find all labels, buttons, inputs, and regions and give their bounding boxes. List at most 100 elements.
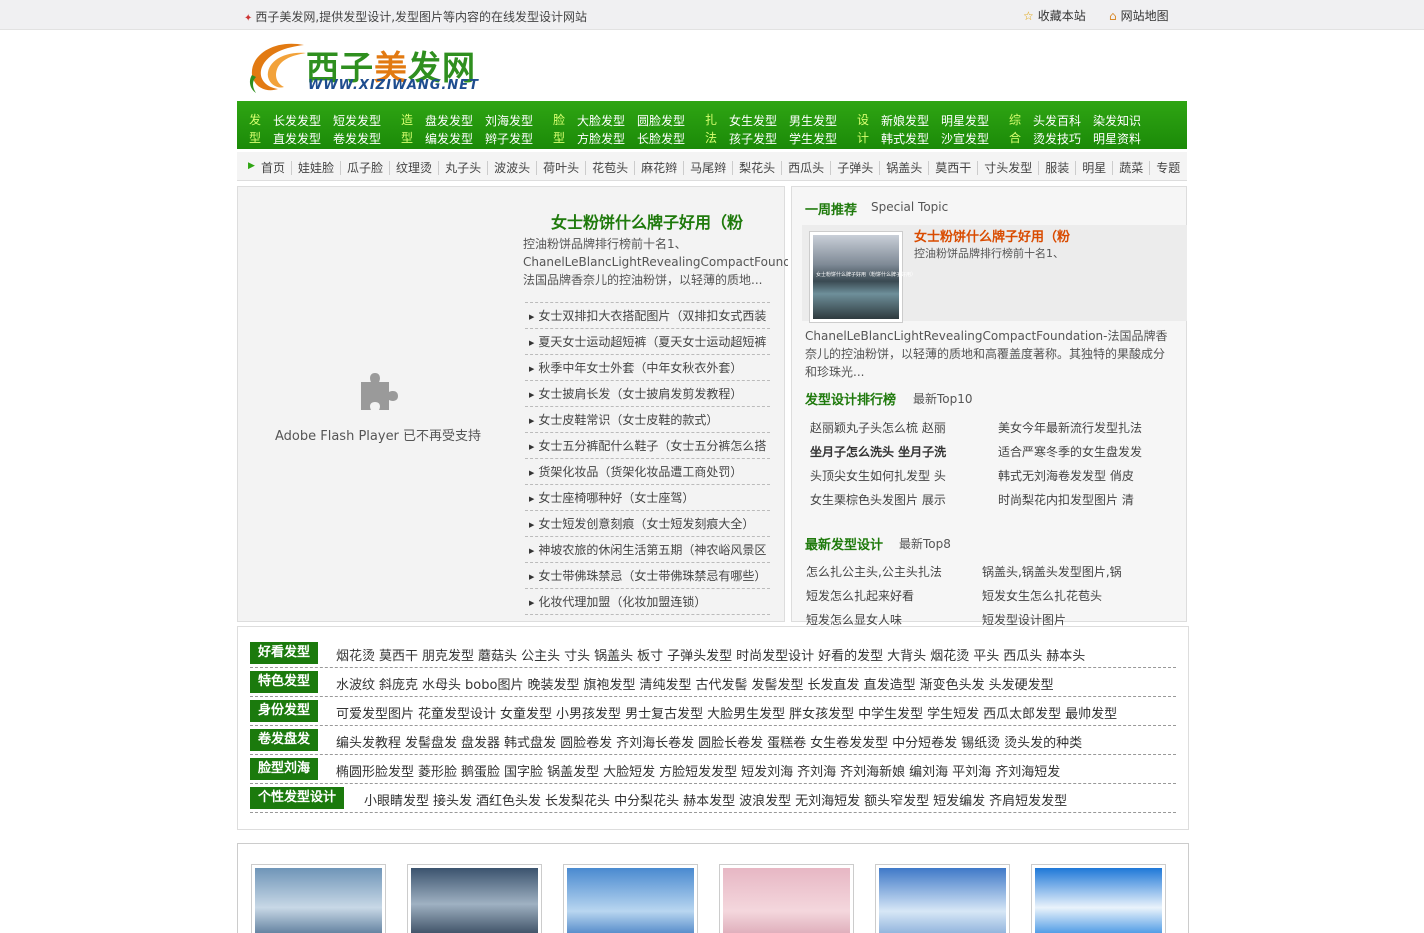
tag-link[interactable]: 中学生发型: [858, 707, 923, 722]
tag-link[interactable]: 齐刘海新娘: [840, 765, 905, 780]
nav-link[interactable]: 明星资料: [1093, 130, 1141, 147]
tag-link[interactable]: 大脸短发: [603, 765, 655, 780]
favorite-link[interactable]: ☆ 收藏本站: [1023, 7, 1086, 24]
sub-nav-item[interactable]: 子弹头: [831, 161, 881, 175]
tag-link[interactable]: 蘑菇头: [478, 649, 517, 664]
ranking-item[interactable]: 适合严寒冬季的女生盘发发: [998, 443, 1142, 460]
tag-link[interactable]: 男士复古发型: [625, 707, 703, 722]
tag-link[interactable]: 女生卷发发型: [810, 736, 888, 751]
gallery-thumb[interactable]: [251, 864, 386, 933]
ranking-item[interactable]: 赵丽颖丸子头怎么梳 赵丽: [810, 419, 946, 436]
tag-link[interactable]: 好看的发型: [818, 649, 883, 664]
tag-link[interactable]: 蛋糕卷: [767, 736, 806, 751]
tag-link[interactable]: 短发编发: [933, 794, 985, 809]
nav-link[interactable]: 明星发型: [941, 112, 989, 129]
tag-link[interactable]: 头发硬发型: [989, 678, 1054, 693]
nav-link[interactable]: 圆脸发型: [637, 112, 685, 129]
tag-link[interactable]: 板寸: [637, 649, 663, 664]
tag-link[interactable]: 子弹头发型: [667, 649, 732, 664]
tag-link[interactable]: 水母头: [422, 678, 461, 693]
tag-link[interactable]: 长发直发: [808, 678, 860, 693]
tag-link[interactable]: 小男孩发型: [556, 707, 621, 722]
nav-link[interactable]: 女生发型: [729, 112, 777, 129]
tag-link[interactable]: 编头发教程: [336, 736, 401, 751]
nav-link[interactable]: 直发发型: [273, 130, 321, 147]
tag-link[interactable]: 烟花烫: [336, 649, 375, 664]
ranking-item[interactable]: 美女今年最新流行发型扎法: [998, 419, 1142, 436]
tag-link[interactable]: 莫西干: [379, 649, 418, 664]
site-logo[interactable]: 西子美发网 WWW.XIZIWANG.NET: [244, 37, 494, 95]
tag-link[interactable]: 烟花烫: [930, 649, 969, 664]
nav-link[interactable]: 编发发型: [425, 130, 473, 147]
sub-nav-item[interactable]: 西瓜头: [782, 161, 832, 175]
tag-row-label[interactable]: 身份发型: [250, 700, 319, 722]
nav-link[interactable]: 男生发型: [789, 112, 837, 129]
gallery-thumb[interactable]: [1031, 864, 1166, 933]
tag-link[interactable]: 大背头: [887, 649, 926, 664]
nav-link[interactable]: 方脸发型: [577, 130, 625, 147]
sub-nav-item[interactable]: 专题: [1150, 161, 1186, 175]
tag-link[interactable]: 烫头发的种类: [1004, 736, 1082, 751]
tag-link[interactable]: 公主头: [521, 649, 560, 664]
tag-link[interactable]: 赫本发型: [683, 794, 735, 809]
featured-list-item[interactable]: ▶ 化妆代理加盟（化妆加盟连锁）: [525, 589, 770, 615]
nav-link[interactable]: 盘发发型: [425, 112, 473, 129]
sub-nav-item[interactable]: 纹理烫: [390, 161, 440, 175]
nav-link[interactable]: 辫子发型: [485, 130, 533, 147]
tag-link[interactable]: 平刘海: [952, 765, 991, 780]
gallery-thumb[interactable]: [875, 864, 1010, 933]
tag-link[interactable]: 赫本头: [1046, 649, 1085, 664]
sub-nav-item[interactable]: 马尾辫: [684, 161, 734, 175]
featured-list-item[interactable]: ▶ 夏天女士运动超短裤（夏天女士运动超短裤: [525, 329, 770, 355]
tag-link[interactable]: 锅盖发型: [547, 765, 599, 780]
tag-link[interactable]: 晚装发型: [527, 678, 579, 693]
tag-link[interactable]: 中分短卷发: [892, 736, 957, 751]
sub-nav-item[interactable]: 花苞头: [586, 161, 636, 175]
sub-nav-item[interactable]: 瓜子脸: [341, 161, 391, 175]
featured-list-item[interactable]: ▶ 女士座椅哪种好（女士座驾）: [525, 485, 770, 511]
nav-link[interactable]: 长脸发型: [637, 130, 685, 147]
tag-link[interactable]: 可爱发型图片: [336, 707, 414, 722]
sub-nav-item[interactable]: 明星: [1076, 161, 1114, 175]
tag-link[interactable]: 酒红色头发: [476, 794, 541, 809]
featured-list-item[interactable]: ▶ 女士五分裤配什么鞋子（女士五分裤怎么搭: [525, 433, 770, 459]
tag-link[interactable]: 渐变色头发: [920, 678, 985, 693]
tag-link[interactable]: 韩式盘发: [504, 736, 556, 751]
sub-nav-item[interactable]: 波波头: [488, 161, 538, 175]
nav-link[interactable]: 学生发型: [789, 130, 837, 147]
featured-list-item[interactable]: ▶ 女士皮鞋常识（女士皮鞋的款式）: [525, 407, 770, 433]
tag-link[interactable]: 斜庞克: [379, 678, 418, 693]
sub-nav-item[interactable]: 首页: [255, 161, 293, 175]
nav-link[interactable]: 长发发型: [273, 112, 321, 129]
latest-item[interactable]: 怎么扎公主头,公主头扎法: [806, 563, 942, 580]
nav-link[interactable]: 卷发发型: [333, 130, 381, 147]
tag-link[interactable]: 发髻盘发: [405, 736, 457, 751]
ranking-item[interactable]: 韩式无刘海卷发发型 俏皮: [998, 467, 1134, 484]
tag-link[interactable]: 长发梨花头: [545, 794, 610, 809]
ranking-item[interactable]: 头顶尖女生如何扎发型 头: [810, 467, 946, 484]
nav-link[interactable]: 短发发型: [333, 112, 381, 129]
featured-list-item[interactable]: ▶ 女士披肩长发（女士披肩发剪发教程）: [525, 381, 770, 407]
tag-link[interactable]: 波浪发型: [739, 794, 791, 809]
tag-link[interactable]: 平头: [973, 649, 999, 664]
tag-link[interactable]: 清纯发型: [640, 678, 692, 693]
sitemap-link[interactable]: ⌂ 网站地图: [1109, 7, 1169, 24]
tag-link[interactable]: 齐刘海长卷发: [616, 736, 694, 751]
nav-link[interactable]: 刘海发型: [485, 112, 533, 129]
featured-title[interactable]: 女士粉饼什么牌子好用（粉: [551, 209, 743, 233]
tag-link[interactable]: 齐刘海短发: [995, 765, 1060, 780]
tag-link[interactable]: 小眼睛发型: [364, 794, 429, 809]
tag-row-label[interactable]: 个性发型设计: [250, 787, 345, 809]
sub-nav-item[interactable]: 锅盖头: [880, 161, 930, 175]
tag-link[interactable]: 水波纹: [336, 678, 375, 693]
gallery-thumb[interactable]: [563, 864, 698, 933]
featured-list-item[interactable]: ▶ 女士双排扣大衣搭配图片（双排扣女式西装: [525, 303, 770, 329]
sub-nav-item[interactable]: 荷叶头: [537, 161, 587, 175]
sub-nav-item[interactable]: 莫西干: [929, 161, 979, 175]
latest-item[interactable]: 锅盖头,锅盖头发型图片,锅: [982, 563, 1122, 580]
tag-link[interactable]: 无刘海短发: [795, 794, 860, 809]
tag-link[interactable]: 菱形脸: [418, 765, 457, 780]
topic-title[interactable]: 女士粉饼什么牌子好用（粉: [914, 226, 1070, 245]
tag-link[interactable]: 西瓜头: [1003, 649, 1042, 664]
tag-link[interactable]: 椭圆形脸发型: [336, 765, 414, 780]
